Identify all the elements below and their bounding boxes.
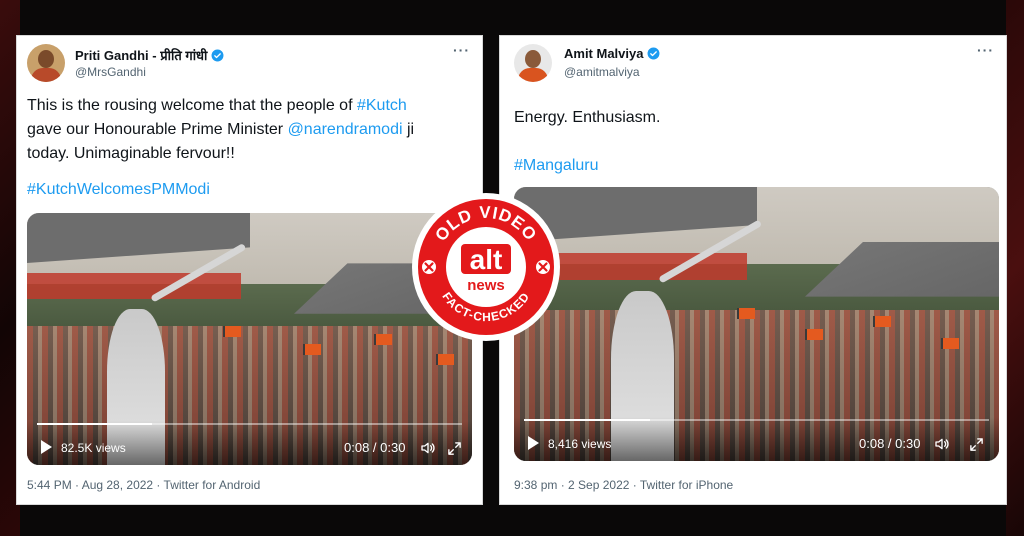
author-name[interactable]: Priti Gandhi - प्रीति गांधी (75, 46, 207, 64)
flag (872, 315, 891, 327)
tweet-text-part: today. Unimaginable fervour!! (27, 145, 235, 162)
volume-icon[interactable] (934, 436, 950, 452)
fullscreen-icon[interactable] (969, 437, 984, 452)
hashtag-link[interactable]: #Kutch (357, 97, 407, 114)
tweet-text-part: gave our Honourable Prime Minister (27, 121, 288, 138)
video-progress-fill (37, 423, 152, 425)
flag (737, 307, 756, 319)
badge-x-mark-left (422, 260, 436, 274)
hashtag-link[interactable]: #KutchWelcomesPMModi (27, 181, 210, 198)
avatar[interactable] (27, 44, 65, 82)
video-progress-bar[interactable] (37, 423, 462, 425)
flag (436, 354, 455, 366)
video-progress-fill (524, 419, 650, 421)
mention-link[interactable]: @narendramodi (288, 121, 403, 138)
flag (302, 344, 321, 356)
tweet-text: Energy. Enthusiasm. #Mangaluru (514, 106, 969, 178)
verified-icon (648, 47, 660, 60)
flag (940, 337, 959, 349)
avatar[interactable] (514, 44, 552, 82)
view-count: 8,416 views (548, 437, 612, 451)
play-icon[interactable] (528, 436, 539, 450)
badge-x-mark-right (536, 260, 550, 274)
flag (374, 333, 393, 345)
background-right (1006, 0, 1024, 536)
badge-logo-alt: alt (470, 244, 503, 275)
verified-icon (211, 49, 224, 61)
tweet-timestamp[interactable]: 9:38 pm · 2 Sep 2022 · Twitter for iPhon… (514, 478, 733, 492)
tweet-text: This is the rousing welcome that the peo… (27, 94, 482, 202)
more-icon[interactable]: ··· (453, 42, 470, 58)
video-time: 0:08 / 0:30 (859, 436, 921, 451)
flag (222, 326, 241, 338)
video-player[interactable]: 82.5K views 0:08 / 0:30 (27, 213, 472, 465)
tweet-text-part: This is the rousing welcome that the peo… (27, 97, 357, 114)
author-handle[interactable]: @MrsGandhi (75, 65, 146, 79)
author-handle[interactable]: @amitmalviya (564, 65, 640, 79)
view-count: 82.5K views (61, 441, 126, 455)
tweet-timestamp[interactable]: 5:44 PM · Aug 28, 2022 · Twitter for And… (27, 478, 260, 492)
volume-icon[interactable] (420, 440, 436, 456)
fullscreen-icon[interactable] (447, 441, 462, 456)
hashtag-link[interactable]: #Mangaluru (514, 157, 599, 174)
more-icon[interactable]: ··· (977, 42, 994, 58)
badge-logo-news: news (467, 277, 505, 294)
tweet-text-part: ji (402, 121, 415, 138)
old-video-fact-checked-badge: OLD VIDEO FACT-CHECKED alt news (412, 193, 560, 341)
tweet-text-part: Energy. Enthusiasm. (514, 109, 661, 126)
tweet-card-amit-malviya: Amit Malviya @amitmalviya ··· Energy. En… (499, 35, 1007, 505)
author-name-row[interactable]: Amit Malviya (564, 46, 660, 61)
video-progress-bar[interactable] (524, 419, 989, 421)
video-time: 0:08 / 0:30 (344, 440, 406, 455)
author-name-row[interactable]: Priti Gandhi - प्रीति गांधी (75, 46, 224, 64)
play-icon[interactable] (41, 440, 52, 454)
video-frame-banner (27, 273, 241, 299)
flag (805, 329, 823, 341)
video-player[interactable]: 8,416 views 0:08 / 0:30 (514, 187, 999, 461)
author-name[interactable]: Amit Malviya (564, 46, 643, 61)
